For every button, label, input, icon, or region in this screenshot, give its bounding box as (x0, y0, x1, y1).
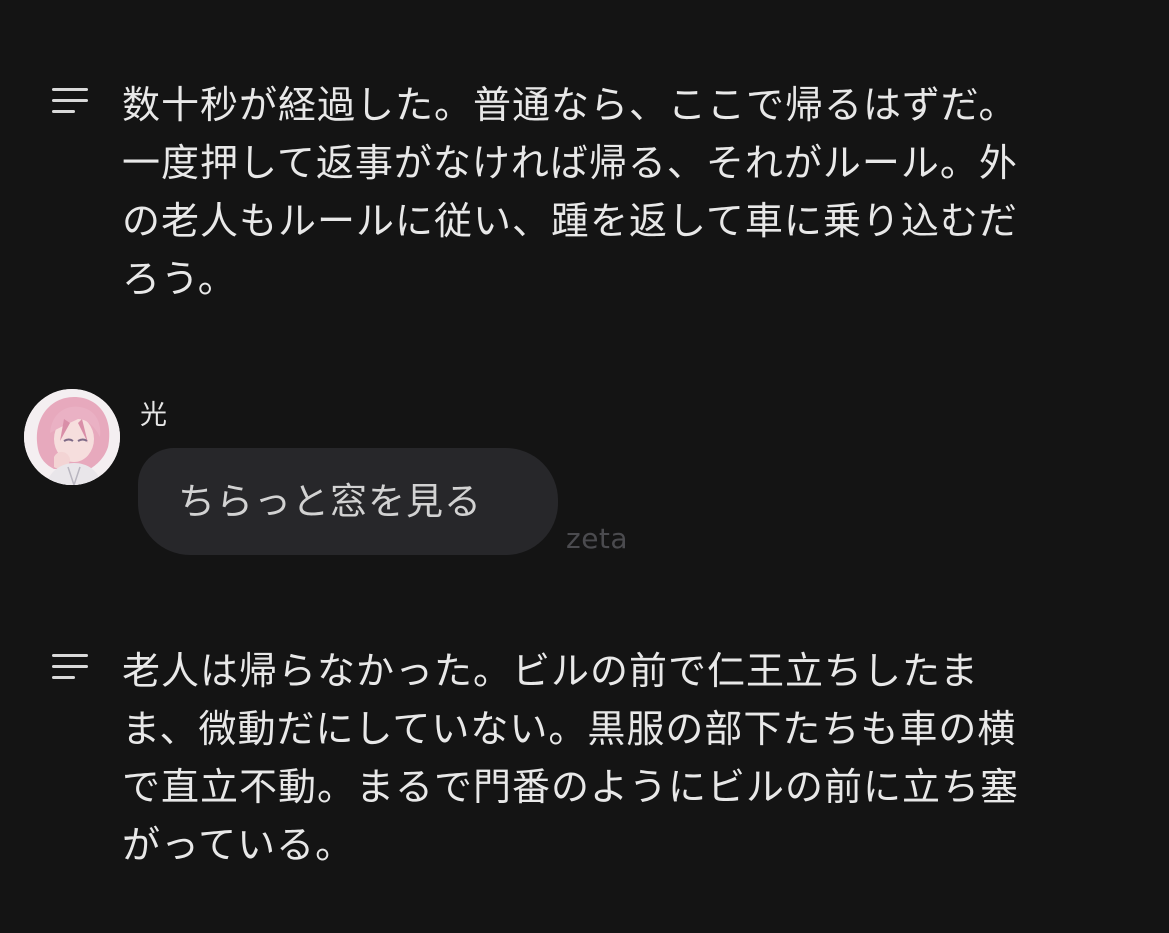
narration-text-2: 老人は帰らなかった。ビルの前で仁王立ちしたま ま、微動だにしていない。黒服の部下… (122, 649, 1020, 867)
user-name: 光 (140, 400, 167, 431)
menu-lines-icon (52, 654, 90, 684)
user-message: 光 ちらっと窓を見る zeta (0, 385, 1169, 575)
zeta-watermark: zeta (566, 522, 629, 555)
message-bubble: ちらっと窓を見る (138, 448, 558, 555)
narration-text-1: 数十秒が経過した。普通なら、ここで帰るはずだ。 一度押して返事がなければ帰る、そ… (122, 83, 1018, 301)
narration-block-1: 数十秒が経過した。普通なら、ここで帰るはずだ。 一度押して返事がなければ帰る、そ… (0, 76, 1169, 306)
menu-lines-icon (52, 88, 90, 118)
avatar[interactable] (24, 389, 120, 485)
message-text: ちらっと窓を見る (178, 480, 482, 523)
narration-block-2: 老人は帰らなかった。ビルの前で仁王立ちしたま ま、微動だにしていない。黒服の部下… (0, 642, 1169, 872)
